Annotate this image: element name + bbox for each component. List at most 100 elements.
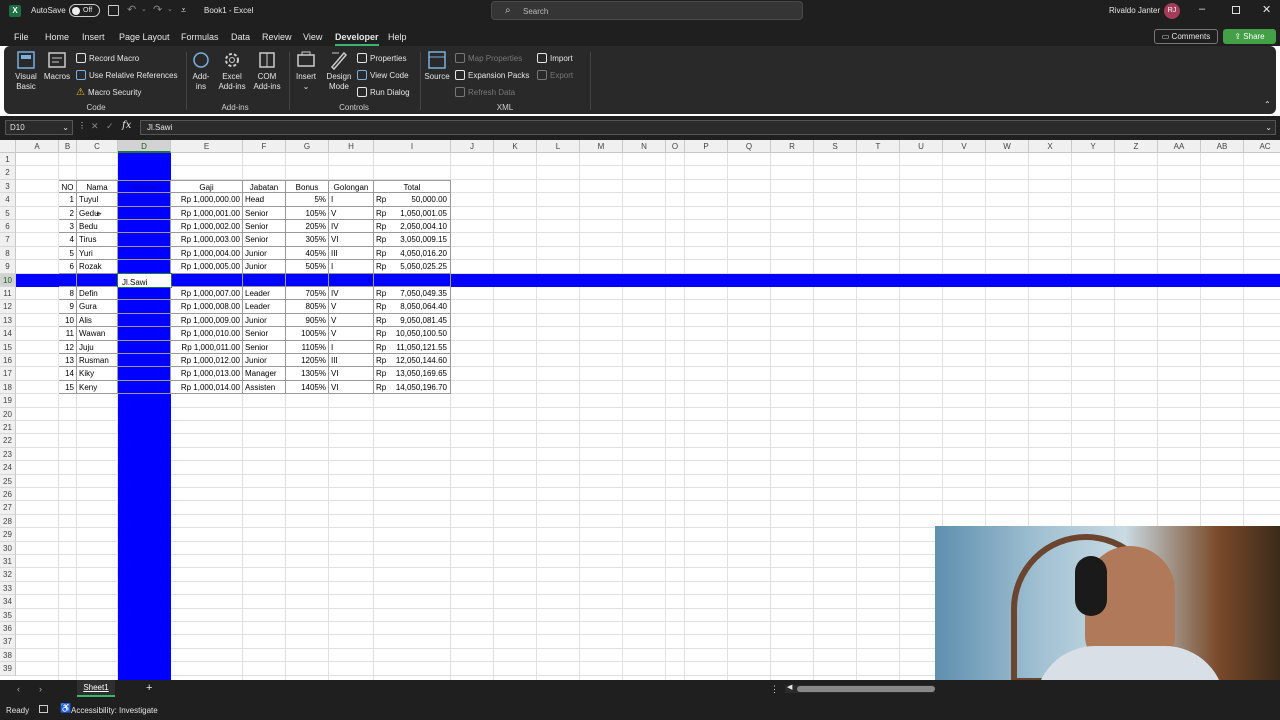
table-cell[interactable]: 9 <box>59 300 77 314</box>
table-cell[interactable]: VI <box>329 233 374 247</box>
total-cell[interactable]: Rp 5,050,025.25 <box>374 260 451 274</box>
accessibility-status[interactable]: Accessibility: Investigate <box>71 706 158 715</box>
table-cell[interactable]: Rp 1,000,013.00 <box>171 367 243 381</box>
insert-function-icon[interactable]: fx <box>122 120 131 131</box>
column-header[interactable]: P <box>685 140 728 153</box>
table-cell[interactable]: I <box>329 340 374 354</box>
total-cell[interactable]: Rp 8,050,064.40 <box>374 300 451 314</box>
import-button[interactable]: Import <box>537 53 573 63</box>
table-cell[interactable]: 705% <box>286 287 329 301</box>
close-icon[interactable]: ✕ <box>1262 3 1271 16</box>
row-header[interactable]: 31 <box>0 555 16 569</box>
column-header[interactable]: I <box>374 140 451 153</box>
row-header[interactable]: 25 <box>0 474 16 488</box>
table-cell[interactable]: NO <box>59 179 77 194</box>
table-cell[interactable]: 3 <box>59 220 77 234</box>
row-header[interactable]: 17 <box>0 367 16 381</box>
next-sheet-icon[interactable]: › <box>39 684 42 694</box>
table-cell[interactable]: Juju <box>77 340 118 354</box>
com-addins-button[interactable]: COM Add-ins <box>252 50 282 92</box>
share-button[interactable]: ⇪ Share <box>1223 29 1276 44</box>
table-cell[interactable]: Wawan <box>77 327 118 341</box>
excel-addins-button[interactable]: Excel Add-ins <box>217 50 247 92</box>
comments-button[interactable]: ▭ Comments <box>1154 29 1218 44</box>
table-cell[interactable]: Rp 1,000,004.00 <box>171 246 243 261</box>
table-cell[interactable]: 1005% <box>286 327 329 341</box>
table-cell[interactable]: Tirus <box>77 233 118 247</box>
row-header[interactable]: 4 <box>0 193 16 207</box>
row-header[interactable]: 12 <box>0 300 16 314</box>
table-cell[interactable]: Rp 1,000,005.00 <box>171 260 243 274</box>
column-header[interactable]: AC <box>1244 140 1280 153</box>
table-cell[interactable]: 11 <box>59 327 77 341</box>
map-properties-button[interactable]: Map Properties <box>455 53 522 63</box>
row-header[interactable]: 27 <box>0 501 16 515</box>
column-header[interactable]: AB <box>1201 140 1244 153</box>
view-code-button[interactable]: View Code <box>357 70 409 80</box>
table-cell[interactable]: 4 <box>59 233 77 247</box>
row-header[interactable]: 37 <box>0 635 16 649</box>
table-cell[interactable]: Alamat <box>118 179 171 194</box>
table-cell[interactable]: I <box>329 260 374 274</box>
row-header[interactable]: 15 <box>0 340 16 354</box>
undo-dropdown-icon[interactable]: ⌄ <box>141 5 147 13</box>
undo-icon[interactable]: ↶ <box>127 3 136 16</box>
table-cell[interactable]: 5% <box>286 193 329 207</box>
table-cell[interactable]: Golongan <box>329 179 374 194</box>
total-cell[interactable]: Rp 9,050,081.45 <box>374 313 451 328</box>
row-header[interactable]: 20 <box>0 407 16 421</box>
expansion-packs-button[interactable]: Expansion Packs <box>455 70 529 80</box>
table-cell[interactable]: 1 <box>59 193 77 207</box>
table-cell[interactable]: III <box>329 354 374 368</box>
table-cell[interactable]: Rp 1,000,001.00 <box>171 206 243 220</box>
table-cell[interactable]: 13 <box>59 354 77 368</box>
tab-view[interactable]: View <box>303 32 322 42</box>
column-header[interactable]: Y <box>1072 140 1115 153</box>
tab-formulas[interactable]: Formulas <box>181 32 219 42</box>
total-cell[interactable] <box>374 273 451 287</box>
total-cell[interactable]: Rp 3,050,009.15 <box>374 233 451 247</box>
addins-button[interactable]: Add-ins <box>190 50 212 92</box>
total-cell[interactable]: Rp 4,050,016.20 <box>374 246 451 261</box>
tab-help[interactable]: Help <box>388 32 407 42</box>
row-header[interactable]: 32 <box>0 568 16 582</box>
table-cell[interactable]: Rp 1,000,000.00 <box>171 193 243 207</box>
table-cell[interactable]: Rusman <box>77 354 118 368</box>
maximize-icon[interactable] <box>1232 6 1240 14</box>
table-cell[interactable]: Head <box>243 193 286 207</box>
total-cell[interactable]: Rp 50,000.00 <box>374 193 451 207</box>
row-header[interactable]: 1 <box>0 153 16 167</box>
table-cell[interactable]: 14 <box>59 367 77 381</box>
export-button[interactable]: Export <box>537 70 573 80</box>
table-cell[interactable]: Rp 1,000,014.00 <box>171 380 243 395</box>
column-header[interactable]: R <box>771 140 814 153</box>
table-cell[interactable]: Jabatan <box>243 179 286 194</box>
table-cell[interactable]: Senior <box>243 327 286 341</box>
row-header[interactable]: 21 <box>0 421 16 435</box>
column-header[interactable]: J <box>451 140 494 153</box>
row-header[interactable]: 9 <box>0 260 16 274</box>
active-cell-d10[interactable]: Jl.Sawi <box>117 272 172 289</box>
column-header[interactable]: W <box>986 140 1029 153</box>
table-cell[interactable]: Alis <box>77 313 118 328</box>
row-header[interactable]: 16 <box>0 354 16 368</box>
table-cell[interactable]: Senior <box>243 233 286 247</box>
tab-page-layout[interactable]: Page Layout <box>119 32 170 42</box>
row-header[interactable]: 3 <box>0 179 16 194</box>
table-cell[interactable]: Yuri <box>77 246 118 261</box>
table-cell[interactable]: 2 <box>59 206 77 220</box>
select-all-button[interactable] <box>0 140 16 153</box>
total-cell[interactable]: Rp 1,050,001.05 <box>374 206 451 220</box>
table-cell[interactable] <box>118 313 171 328</box>
table-cell[interactable]: 505% <box>286 260 329 274</box>
visual-basic-button[interactable]: Visual Basic <box>13 50 39 92</box>
row-header[interactable]: 6 <box>0 220 16 234</box>
column-header[interactable]: AA <box>1158 140 1201 153</box>
total-cell[interactable]: Rp 13,050,169.65 <box>374 367 451 381</box>
table-cell[interactable]: IV <box>329 220 374 234</box>
table-cell[interactable] <box>77 273 118 287</box>
table-cell[interactable]: Nama <box>77 179 118 194</box>
macros-button[interactable]: Macros <box>42 50 72 82</box>
table-cell[interactable] <box>118 287 171 301</box>
table-cell[interactable] <box>118 340 171 354</box>
